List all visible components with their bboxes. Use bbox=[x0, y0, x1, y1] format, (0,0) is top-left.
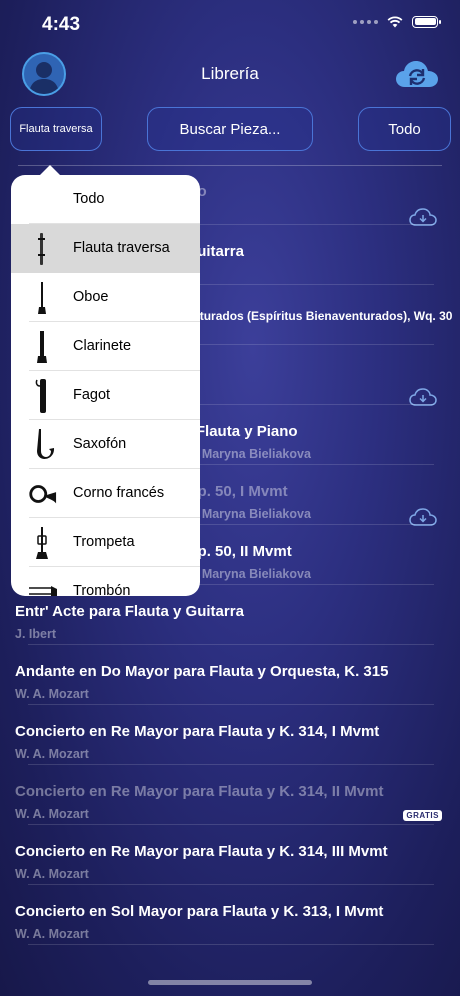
menu-item[interactable]: Corno francés bbox=[11, 469, 200, 518]
menu-item[interactable]: Trompeta bbox=[11, 518, 200, 567]
wifi-icon bbox=[387, 16, 403, 28]
status-time: 4:43 bbox=[42, 14, 81, 35]
menu-item-label: Trompeta bbox=[73, 534, 135, 550]
menu-item-label: Corno francés bbox=[73, 485, 165, 501]
piece-title: Andante en Do Mayor para Flauta y Orques… bbox=[15, 663, 389, 680]
clarinet-icon bbox=[27, 326, 57, 367]
menu-item-label: Oboe bbox=[73, 289, 109, 305]
piece-composer: W. A. Mozart bbox=[15, 687, 89, 701]
status-bar: 4:43 bbox=[0, 0, 460, 50]
battery-icon bbox=[412, 15, 441, 28]
flute-icon bbox=[27, 228, 57, 269]
piece-composer: W. A. Mozart bbox=[15, 747, 89, 761]
nav-bar: Librería bbox=[0, 50, 460, 98]
menu-item-label: Clarinete bbox=[73, 338, 132, 354]
trumpet-icon bbox=[27, 522, 57, 563]
cloud-sync-icon bbox=[396, 61, 438, 87]
piece-title: Concierto en Re Mayor para Flauta y K. 3… bbox=[15, 723, 380, 740]
menu-item-label: Flauta traversa bbox=[73, 240, 170, 256]
instrument-menu: Todo Flauta traversa Oboe Clarinete Fagot Sax… bbox=[11, 175, 200, 596]
piece-row[interactable]: Concierto en Re Mayor para Flauta y K. 3… bbox=[0, 765, 460, 825]
piece-composer: J. Ibert bbox=[15, 627, 56, 641]
piece-row[interactable]: Concierto en Re Mayor para Flauta y K. 3… bbox=[0, 825, 460, 885]
menu-item[interactable]: Flauta traversa bbox=[11, 224, 200, 273]
piece-title: Concierto en Sol Mayor para Flauta y K. … bbox=[15, 903, 384, 920]
piece-composer: W. A. Mozart bbox=[15, 867, 89, 881]
piece-title: Entr' Acte para Flauta y Guitarra bbox=[15, 603, 244, 620]
row-divider bbox=[28, 944, 434, 945]
piece-title: Concierto en Re Mayor para Flauta y K. 3… bbox=[15, 843, 388, 860]
scope-filter-button[interactable]: Todo bbox=[358, 107, 451, 151]
menu-item[interactable]: Trombón bbox=[11, 567, 200, 596]
piece-row[interactable]: Concierto en Re Mayor para Flauta y K. 3… bbox=[0, 705, 460, 765]
menu-item[interactable]: Oboe bbox=[11, 273, 200, 322]
cellular-icon bbox=[353, 19, 378, 24]
piece-title: Concierto en Re Mayor para Flauta y K. 3… bbox=[15, 783, 384, 800]
home-indicator bbox=[148, 980, 312, 985]
piece-row[interactable]: Andante en Do Mayor para Flauta y Orques… bbox=[0, 645, 460, 705]
piece-composer: W. A. Mozart bbox=[15, 927, 89, 941]
menu-item-label: Todo bbox=[73, 191, 105, 207]
menu-item[interactable]: Todo bbox=[11, 175, 200, 224]
saxophone-icon bbox=[27, 424, 57, 465]
free-badge: GRATIS bbox=[403, 810, 442, 821]
piece-composer: W. A. Mozart bbox=[15, 807, 89, 821]
trombone-icon bbox=[27, 571, 57, 596]
page-title: Librería bbox=[201, 64, 259, 83]
menu-item[interactable]: Clarinete bbox=[11, 322, 200, 371]
menu-item-label: Trombón bbox=[73, 583, 131, 596]
instrument-filter-button[interactable]: Flauta traversa bbox=[10, 107, 102, 151]
piece-row[interactable]: Concierto en Sol Mayor para Flauta y K. … bbox=[0, 885, 460, 945]
oboe-icon bbox=[27, 277, 57, 318]
menu-item[interactable]: Saxofón bbox=[11, 420, 200, 469]
menu-item[interactable]: Fagot bbox=[11, 371, 200, 420]
menu-item-label: Saxofón bbox=[73, 436, 127, 452]
french-horn-icon bbox=[27, 473, 57, 514]
search-button[interactable]: Buscar Pieza... bbox=[147, 107, 313, 151]
menu-item-label: Fagot bbox=[73, 387, 111, 403]
bassoon-icon bbox=[27, 375, 57, 416]
cloud-sync-button[interactable] bbox=[394, 57, 440, 91]
status-icons bbox=[353, 15, 441, 28]
